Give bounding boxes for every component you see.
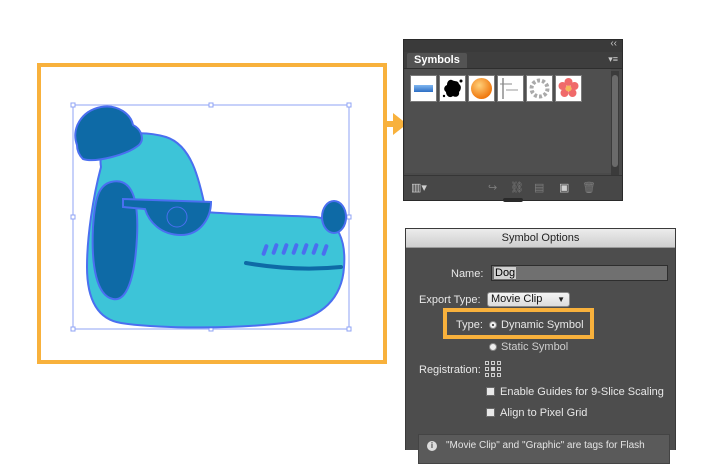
scrollbar-thumb[interactable] bbox=[612, 75, 618, 167]
static-symbol-label[interactable]: Static Symbol bbox=[501, 341, 568, 353]
selection-handle-bl[interactable] bbox=[70, 326, 76, 332]
type-highlight bbox=[443, 308, 594, 339]
dog-illustration[interactable] bbox=[41, 67, 383, 360]
nine-slice-checkbox[interactable] bbox=[486, 387, 495, 396]
export-type-label: Export Type: bbox=[419, 294, 481, 306]
grunge-lines-symbol[interactable] bbox=[497, 75, 524, 102]
new-symbol-icon[interactable]: ▣ bbox=[559, 181, 569, 194]
ring-symbol[interactable] bbox=[526, 75, 553, 102]
flower-symbol[interactable] bbox=[555, 75, 582, 102]
symbol-swatches bbox=[410, 75, 582, 102]
blue-bar-symbol[interactable] bbox=[410, 75, 437, 102]
reg-point[interactable] bbox=[491, 361, 495, 365]
name-label: Name: bbox=[451, 268, 484, 280]
dialog-title: Symbol Options bbox=[406, 229, 675, 248]
reg-point[interactable] bbox=[485, 361, 489, 365]
export-type-select[interactable]: Movie Clip ▼ bbox=[487, 292, 570, 307]
reg-point[interactable] bbox=[485, 367, 489, 371]
info-box: i "Movie Clip" and "Graphic" are tags fo… bbox=[418, 434, 670, 464]
reg-point[interactable] bbox=[491, 367, 495, 371]
pixel-grid-label[interactable]: Align to Pixel Grid bbox=[500, 407, 587, 419]
break-link-icon[interactable]: ⛓ bbox=[510, 181, 524, 194]
artboard-highlight bbox=[37, 63, 387, 364]
name-input[interactable]: Dog bbox=[491, 265, 668, 281]
orange-ball-symbol[interactable] bbox=[468, 75, 495, 102]
dog-nose-shape bbox=[321, 200, 347, 234]
reg-point[interactable] bbox=[497, 373, 501, 377]
reg-point[interactable] bbox=[497, 361, 501, 365]
name-input-value: Dog bbox=[494, 267, 517, 279]
reg-point[interactable] bbox=[485, 373, 489, 377]
panel-resize-grip[interactable] bbox=[503, 198, 523, 202]
reg-point[interactable] bbox=[491, 373, 495, 377]
delete-icon[interactable]: 🗑 bbox=[582, 181, 596, 194]
symbol-options-dialog: Symbol Options Name: Dog Export Type: Mo… bbox=[405, 228, 676, 464]
ink-splat-symbol[interactable] bbox=[439, 75, 466, 102]
info-text: "Movie Clip" and "Graphic" are tags for … bbox=[446, 440, 645, 451]
selection-handle-br[interactable] bbox=[346, 326, 352, 332]
chevron-down-icon: ▼ bbox=[557, 295, 565, 304]
panel-bottom-bar: ▥▾ ↪ ⛓ ▤ ▣ 🗑 bbox=[404, 175, 622, 202]
tab-symbols[interactable]: Symbols bbox=[407, 53, 467, 68]
registration-grid[interactable] bbox=[485, 361, 502, 378]
panel-menu-icon[interactable]: ▾≡ bbox=[608, 54, 618, 65]
selection-handle-tr[interactable] bbox=[346, 102, 352, 108]
panel-top-bar: ‹‹ bbox=[404, 38, 622, 52]
symbol-options-icon[interactable]: ▤ bbox=[534, 181, 544, 194]
place-instance-icon[interactable]: ↪ bbox=[488, 181, 497, 194]
selection-handle-mr[interactable] bbox=[346, 214, 352, 220]
pixel-grid-checkbox[interactable] bbox=[486, 408, 495, 417]
selection-handle-ml[interactable] bbox=[70, 214, 76, 220]
export-type-value: Movie Clip bbox=[491, 293, 543, 305]
selection-handle-tm[interactable] bbox=[208, 102, 214, 108]
selection-handle-tl[interactable] bbox=[70, 102, 76, 108]
nine-slice-label[interactable]: Enable Guides for 9-Slice Scaling bbox=[500, 386, 664, 398]
reg-point[interactable] bbox=[497, 367, 501, 371]
radio-static-symbol[interactable] bbox=[489, 343, 497, 351]
symbols-panel: ‹‹ Symbols ▾≡ ▥▾ ↪ ⛓ ▤ ▣ 🗑 bbox=[403, 38, 623, 202]
library-icon[interactable]: ▥▾ bbox=[411, 181, 427, 194]
panel-tab-row: Symbols ▾≡ bbox=[404, 52, 622, 69]
double-chevron-icon[interactable]: ‹‹ bbox=[610, 38, 617, 49]
registration-label: Registration: bbox=[419, 364, 481, 376]
symbols-scrollbar[interactable] bbox=[611, 71, 619, 175]
